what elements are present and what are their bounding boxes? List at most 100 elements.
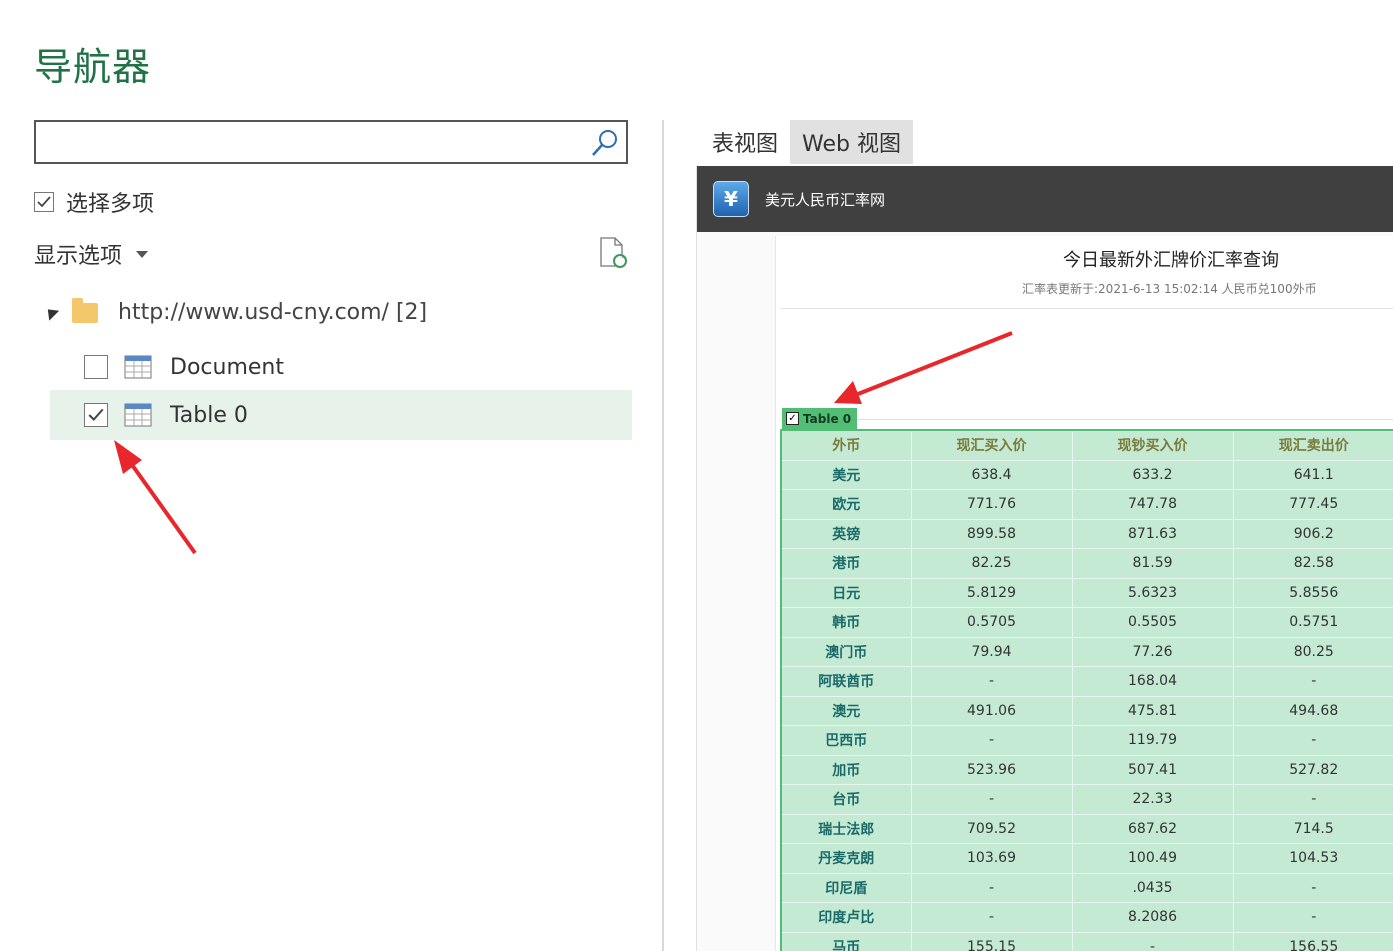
table-row: 瑞士法郎 709.52 687.62 714.5 (780, 813, 1393, 844)
check-icon (88, 408, 104, 421)
table-row: 澳门币 79.94 77.26 80.25 (780, 636, 1393, 667)
table0-checkbox[interactable] (84, 403, 108, 427)
tab-web-view[interactable]: Web 视图 (790, 120, 913, 164)
rate-cell: - (1232, 872, 1393, 903)
rate-cell: 0.5505 (1071, 607, 1234, 638)
pane-divider[interactable] (662, 120, 664, 951)
rate-cell: 5.6323 (1071, 577, 1234, 608)
rate-cell: - (910, 725, 1073, 756)
currency-name: 丹麦克朗 (780, 843, 912, 874)
rate-cell: - (1232, 666, 1393, 697)
tree-root-label: http://www.usd-cny.com/ [2] (118, 300, 428, 325)
web-preview: ¥ 美元人民币汇率网 今日最新外汇牌价汇率查询 汇率表更新于:2021-6-13… (696, 166, 1393, 951)
rate-cell: 82.25 (910, 548, 1073, 579)
view-tabs: 表视图 Web 视图 (700, 120, 913, 164)
multi-select-option[interactable]: 选择多项 (34, 186, 154, 218)
rate-cell: - (910, 872, 1073, 903)
table-row: 印度卢比 -8.2086- (780, 902, 1393, 933)
rate-cell: 527.82 (1232, 754, 1393, 785)
rate-cell: 523.96 (910, 754, 1073, 785)
rate-cell: 714.5 (1232, 813, 1393, 844)
site-header: ¥ 美元人民币汇率网 (697, 166, 1393, 232)
table-row: 阿联酋币 -168.04- (780, 666, 1393, 697)
rate-cell: 155.15 (910, 931, 1073, 951)
document-checkbox[interactable] (84, 355, 108, 379)
caret-down-icon (136, 250, 149, 258)
table-row: 韩币 0.5705 0.5505 0.5751 (780, 607, 1393, 638)
rate-cell: - (910, 784, 1073, 815)
table-row: 港币 82.25 81.59 82.58 (780, 548, 1393, 579)
rate-cell: - (1232, 725, 1393, 756)
currency-name: 阿联酋币 (780, 666, 912, 697)
currency-name: 瑞士法郎 (780, 813, 912, 844)
page-title: 导航器 (34, 45, 152, 89)
rate-cell: 507.41 (1071, 754, 1234, 785)
currency-name: 巴西币 (780, 725, 912, 756)
table-tag[interactable]: ✓ Table 0 (782, 408, 858, 429)
currency-name: 港币 (780, 548, 912, 579)
currency-name: 美元 (780, 459, 912, 490)
rate-cell: 80.25 (1232, 636, 1393, 667)
currency-name: 澳门币 (780, 636, 912, 667)
refresh-document-icon[interactable] (598, 236, 630, 270)
tree-item-label: Document (170, 354, 284, 380)
table-row: 丹麦克朗 103.69 100.49 104.53 (780, 843, 1393, 874)
folder-icon (72, 297, 98, 323)
rate-cell: 82.58 (1232, 548, 1393, 579)
rate-cell: 687.62 (1071, 813, 1234, 844)
rate-cell: - (1071, 931, 1234, 951)
column-header: 现钞买入价 (1071, 429, 1234, 461)
rate-cell: 104.53 (1232, 843, 1393, 874)
currency-name: 印度卢比 (780, 902, 912, 933)
search-icon[interactable] (590, 128, 620, 158)
currency-name: 马币 (780, 931, 912, 951)
currency-name: 澳元 (780, 695, 912, 726)
table-row: 日元 5.8129 5.6323 5.8556 (780, 577, 1393, 608)
divider (780, 308, 1393, 309)
currency-name: 台币 (780, 784, 912, 815)
rate-cell: 22.33 (1071, 784, 1234, 815)
check-icon (37, 196, 51, 208)
rate-cell: 633.2 (1071, 459, 1234, 490)
rate-cell: .0435 (1071, 872, 1234, 903)
rate-cell: 8.2086 (1071, 902, 1234, 933)
table-icon (124, 355, 152, 379)
rate-cell: 494.68 (1232, 695, 1393, 726)
tree-item-document[interactable]: Document (50, 342, 632, 392)
tree-item-table0[interactable]: Table 0 (50, 390, 632, 440)
rate-cell: 899.58 (910, 518, 1073, 549)
table-row: 加币 523.96 507.41 527.82 (780, 754, 1393, 785)
table-row: 印尼盾 - .0435- (780, 872, 1393, 903)
site-name: 美元人民币汇率网 (765, 190, 886, 209)
table-row: 马币 155.15-156.55 (780, 931, 1393, 951)
rate-cell: 100.49 (1071, 843, 1234, 874)
tree-root-node[interactable]: http://www.usd-cny.com/ [2] (42, 297, 428, 325)
rate-cell: - (910, 902, 1073, 933)
rate-heading: 今日最新外汇牌价汇率查询 (1063, 250, 1279, 271)
rate-cell: - (1232, 784, 1393, 815)
column-header: 外币 (780, 429, 912, 461)
table-row: 台币 -22.33- (780, 784, 1393, 815)
expand-triangle-icon[interactable] (42, 304, 60, 321)
column-header: 现汇买入价 (910, 429, 1073, 461)
table-row: 欧元 771.76 747.78 777.45 (780, 489, 1393, 520)
search-box[interactable] (34, 120, 628, 164)
rate-cell: 5.8129 (910, 577, 1073, 608)
rate-cell: 103.69 (910, 843, 1073, 874)
rate-cell: 747.78 (1071, 489, 1234, 520)
multi-select-checkbox[interactable] (34, 192, 54, 212)
tab-table-view[interactable]: 表视图 (700, 120, 790, 164)
rate-subheading: 汇率表更新于:2021-6-13 15:02:14 人民币兑100外币 (1022, 282, 1317, 296)
display-options-label: 显示选项 (34, 244, 123, 269)
display-options-dropdown[interactable]: 显示选项 (34, 238, 149, 270)
rate-cell: - (910, 666, 1073, 697)
table-row: 澳元 491.06 475.81 494.68 (780, 695, 1393, 726)
search-input[interactable] (44, 122, 588, 162)
currency-name: 加币 (780, 754, 912, 785)
rates-table[interactable]: 外币 现汇买入价 现钞买入价 现汇卖出价 美元 638.4 633.2 641.1 欧元 771… (780, 429, 1393, 951)
rate-cell: 81.59 (1071, 548, 1234, 579)
arrow-to-table0-checkbox (114, 440, 197, 555)
rate-cell: 156.55 (1232, 931, 1393, 951)
currency-name: 日元 (780, 577, 912, 608)
table-icon (124, 403, 152, 427)
